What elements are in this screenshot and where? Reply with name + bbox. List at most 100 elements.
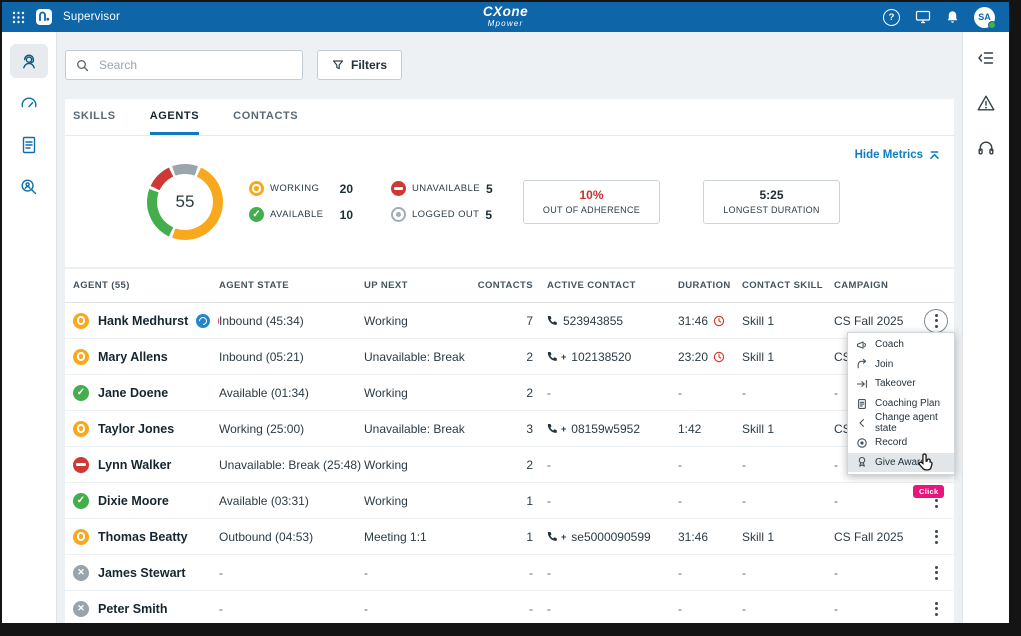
campaign-cell: CS Fall 2025 [834, 314, 921, 328]
column-header[interactable]: CONTACTS [469, 280, 535, 291]
sidebar-item-agent-search[interactable] [10, 170, 48, 204]
table-row[interactable]: James Stewart------- [65, 555, 954, 591]
avatar[interactable]: SA [974, 7, 995, 28]
up-next-cell: Working [364, 314, 469, 328]
monitor-icon[interactable] [915, 10, 931, 24]
table-row[interactable]: Mary AllensInbound (05:21)Unavailable: B… [65, 339, 954, 375]
campaign-cell: CS Fall 2025 [834, 530, 921, 544]
table-row[interactable]: Peter Smith------- [65, 591, 954, 623]
help-icon[interactable] [883, 9, 900, 26]
contact-skill-cell: - [742, 386, 834, 400]
column-header[interactable]: DURATION [678, 280, 742, 291]
table-row[interactable]: Jane DoeneAvailable (01:34)Working2---- [65, 375, 954, 411]
top-bar: Supervisor CXone Mpower SA [2, 2, 1009, 32]
brand-line1: CXone [483, 5, 528, 19]
up-next-cell: Working [364, 494, 469, 508]
contact-skill-cell: Skill 1 [742, 422, 834, 436]
up-next-cell: - [364, 566, 469, 580]
agent-state-cell: - [219, 566, 364, 580]
tab-contacts[interactable]: CONTACTS [233, 99, 298, 135]
sidebar-item-dashboard[interactable] [10, 86, 48, 120]
sidebar-item-reports[interactable] [10, 128, 48, 162]
chevron-left-icon [856, 417, 868, 429]
logged-out-state-icon [391, 207, 406, 222]
legend-item: AVAILABLE10 [249, 207, 353, 222]
agent-cell: Lynn Walker [73, 457, 219, 473]
contact-skill-cell: - [742, 602, 834, 616]
warning-icon[interactable] [976, 93, 996, 113]
takeover-icon [856, 378, 868, 390]
click-annotation-badge: Click [913, 485, 944, 498]
contacts-cell: - [469, 602, 535, 616]
agent-name: Dixie Moore [98, 494, 169, 508]
agent-cell: Dixie Moore [73, 493, 219, 509]
contacts-cell: 2 [469, 350, 535, 364]
column-header[interactable]: CAMPAIGN [834, 280, 921, 291]
up-next-cell: Unavailable: Break [364, 350, 469, 364]
row-actions-kebab[interactable] [924, 561, 948, 585]
coach-icon [856, 339, 868, 351]
row-actions-kebab[interactable] [924, 525, 948, 549]
legend-value: 20 [340, 182, 353, 196]
active-contact-cell: - [535, 458, 678, 472]
apps-grid-icon[interactable] [12, 11, 25, 24]
funnel-icon [332, 59, 344, 71]
legend-item: LOGGED OUT5 [391, 207, 487, 222]
headset-icon[interactable] [976, 138, 996, 158]
duration-cell: 1:42 [678, 422, 742, 436]
hide-metrics-toggle[interactable]: Hide Metrics [855, 149, 940, 161]
agent-cell: Hank Medhurst [73, 313, 219, 329]
agent-state-cell: Inbound (05:21) [219, 350, 364, 364]
tab-agents[interactable]: AGENTS [150, 99, 199, 135]
search-input[interactable] [97, 57, 292, 73]
longest-duration-card: 5:25 LONGEST DURATION [703, 180, 840, 224]
agent-state-cell: Unavailable: Break (25:48) [219, 458, 364, 472]
active-contact-cell: +102138520 [535, 350, 678, 364]
menu-item-record[interactable]: Record [848, 433, 954, 453]
column-header[interactable]: UP NEXT [364, 280, 469, 291]
column-header[interactable]: AGENT (55) [73, 280, 219, 291]
agent-state-donut: 55 [147, 164, 223, 240]
agent-cell: Taylor Jones [73, 421, 219, 437]
filters-label: Filters [351, 58, 387, 72]
agent-cell: Peter Smith [73, 601, 219, 617]
menu-item-change-agent-state[interactable]: Change agent state [848, 413, 954, 433]
agent-state-working-icon [73, 421, 89, 437]
contact-skill-cell: - [742, 458, 834, 472]
menu-item-takeover[interactable]: Takeover [848, 374, 954, 394]
table-row[interactable]: Taylor JonesWorking (25:00)Unavailable: … [65, 411, 954, 447]
agents-table: AGENT (55)AGENT STATEUP NEXTCONTACTSACTI… [65, 269, 954, 623]
column-header[interactable]: CONTACT SKILL [742, 280, 834, 291]
table-row[interactable]: Dixie MooreAvailable (03:31)Working1---- [65, 483, 954, 519]
contacts-cell: 2 [469, 458, 535, 472]
column-header[interactable]: ACTIVE CONTACT [535, 280, 678, 291]
brand-mark-icon[interactable] [35, 8, 53, 26]
agent-state-cell: - [219, 602, 364, 616]
menu-item-coach[interactable]: Coach [848, 335, 954, 355]
legend-item: WORKING20 [249, 181, 353, 196]
table-row[interactable]: Thomas BeattyOutbound (04:53)Meeting 1:1… [65, 519, 954, 555]
duration-cell: - [678, 566, 742, 580]
filters-button[interactable]: Filters [317, 50, 402, 80]
panel-toggle-icon[interactable] [976, 48, 996, 68]
table-row[interactable]: Hank MedhurstInbound (45:34)Working75239… [65, 303, 954, 339]
menu-item-coaching-plan[interactable]: Coaching Plan [848, 394, 954, 414]
bell-icon[interactable] [946, 10, 959, 24]
sidebar-item-supervisor[interactable] [10, 44, 48, 78]
agent-cell: James Stewart [73, 565, 219, 581]
duration-cell: - [678, 458, 742, 472]
menu-item-join[interactable]: Join [848, 355, 954, 375]
active-contact-cell: +se5000090599 [535, 530, 678, 544]
duration-cell: - [678, 602, 742, 616]
table-row[interactable]: Lynn WalkerUnavailable: Break (25:48)Wor… [65, 447, 954, 483]
menu-item-give-award[interactable]: Give Award [848, 453, 954, 473]
row-actions-kebab[interactable] [924, 309, 948, 333]
table-body: Hank MedhurstInbound (45:34)Working75239… [65, 303, 954, 623]
join-icon [856, 358, 868, 370]
left-sidebar [2, 32, 57, 623]
column-header[interactable]: AGENT STATE [219, 280, 364, 291]
row-actions-kebab[interactable] [924, 597, 948, 621]
cxone-mpower-logo: CXone Mpower [483, 5, 528, 28]
tab-skills[interactable]: SKILLS [73, 99, 116, 135]
unavailable-state-icon [391, 181, 406, 196]
